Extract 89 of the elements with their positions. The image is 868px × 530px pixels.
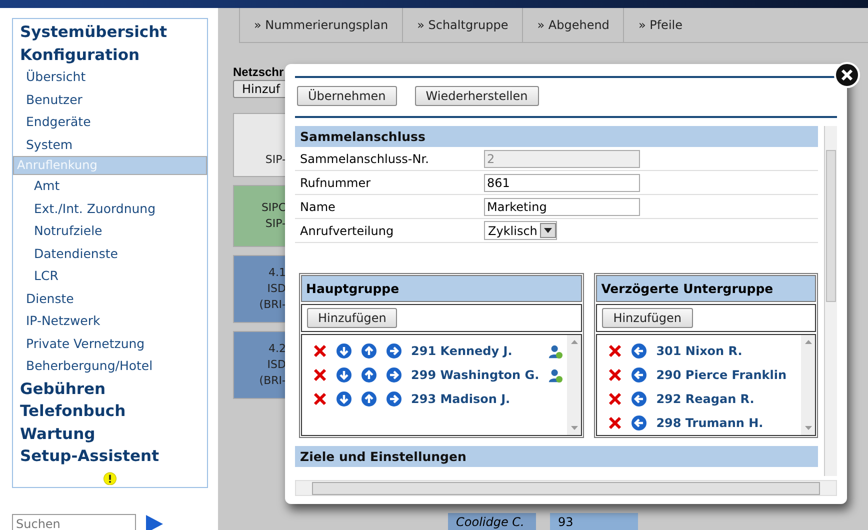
dropdown[interactable]: Zyklisch [484,221,558,240]
member-name[interactable]: 301 Nixon R. [656,344,801,358]
sidebar-item[interactable]: Telefonbuch [13,400,207,422]
arrow-left-icon[interactable] [631,367,648,383]
arrow-down-icon[interactable] [336,343,352,359]
device-card[interactable]: SIPC SIP- [233,185,287,247]
field-label: Rufnummer [300,176,372,190]
card-text: 4.2 [268,341,286,357]
card-text: (BRI- [259,373,286,389]
tab[interactable]: » Pfeile [623,8,696,42]
arrow-left-icon[interactable] [631,343,648,359]
delete-icon[interactable] [608,368,622,382]
arrow-down-icon[interactable] [336,367,352,383]
user-icon[interactable] [548,344,564,358]
arrow-right-icon[interactable] [386,367,402,383]
dialog-button[interactable]: Übernehmen [297,86,397,106]
add-button[interactable]: Hinzufügen [602,308,692,328]
sidebar-item[interactable]: Benutzer [13,88,207,111]
arrow-up-icon[interactable] [361,343,377,359]
input-field[interactable]: Marketing [484,198,640,216]
delete-icon[interactable] [608,392,622,406]
arrow-right-icon[interactable] [386,391,402,407]
sidebar-item[interactable]: Notrufziele [13,220,207,242]
member-name[interactable]: 299 Washington G. [411,368,540,382]
sidebar-item[interactable]: Gebühren [13,378,207,400]
dialog-button[interactable]: Wiederherstellen [414,86,539,106]
add-button[interactable]: Hinzufügen [307,308,398,328]
tab[interactable]: » Abgehend [522,8,624,42]
user-icon[interactable] [548,368,564,382]
member-name[interactable]: 292 Reagan R. [656,392,801,406]
arrow-left-icon[interactable] [631,415,648,431]
sidebar-item[interactable]: Dienste [13,288,207,310]
sidebar-item[interactable]: Systemübersicht [13,21,207,44]
field-label: Anrufverteilung [300,224,395,238]
sidebar-item[interactable]: Amt [13,175,207,198]
arrow-up-icon[interactable] [361,391,377,407]
arrow-left-icon[interactable] [631,391,648,407]
sidebar-item[interactable]: Wartung [13,422,207,445]
caret-icon [544,228,552,233]
card-text: (BRI- [259,297,286,313]
device-card[interactable]: 4.1 ISD (BRI- [233,255,287,323]
member-name[interactable]: 290 Pierce Franklin [656,368,801,382]
sidebar-item[interactable]: System [13,134,207,156]
card-text: SIP- [265,216,286,232]
card-text: ISD [267,281,286,297]
name-tile[interactable]: 93 [550,513,638,530]
card-text: ISD [267,357,286,373]
device-card[interactable]: SIP- [233,113,287,177]
member-name[interactable]: 298 Trumann H. [656,416,801,430]
name-tile[interactable]: Coolidge C. [448,513,536,530]
tab[interactable]: » Schaltgruppe [402,8,522,42]
scrollbar[interactable] [824,126,837,476]
sidebar-item[interactable]: Ext./Int. Zuordnung [13,198,207,220]
delete-icon[interactable] [608,344,622,358]
section-heading: Netzschr [233,65,284,79]
tab[interactable]: » Nummerierungsplan [239,8,402,42]
arrow-right-icon[interactable] [386,343,402,359]
section-header: Sammelanschluss [295,126,818,147]
card-text: SIPC [261,200,286,216]
delete-icon[interactable] [608,416,622,430]
group-header: Verzögerte Untergruppe [596,275,816,302]
input-field[interactable]: 861 [484,174,640,192]
close-icon[interactable] [834,62,860,88]
delete-icon[interactable] [313,344,327,358]
section-header: Ziele und Einstellungen [295,446,818,467]
go-arrow-icon[interactable] [144,514,164,530]
card-text: 4.1 [268,265,286,281]
sidebar-item[interactable]: Setup-Assistent [13,445,207,468]
sidebar-item[interactable]: IP-Netzwerk [13,310,207,332]
delete-icon[interactable] [313,368,327,382]
sidebar-item[interactable]: LCR [13,265,207,288]
scrollbar[interactable] [295,480,837,496]
card-text: SIP- [265,152,286,168]
sidebar-item[interactable]: Beherbergung/Hotel [13,355,207,378]
sidebar-item[interactable]: Datendienste [13,242,207,265]
sidebar-item[interactable]: Private Vernetzung [13,332,207,355]
arrow-down-icon[interactable] [336,391,352,407]
sidebar-item[interactable]: Übersicht [13,66,207,88]
group-header: Hauptgruppe [301,275,582,302]
search-field[interactable]: Suchen [12,514,136,530]
member-name[interactable]: 291 Kennedy J. [411,344,540,358]
sidebar-item[interactable]: Konfiguration [13,44,207,66]
delete-icon[interactable] [313,392,327,406]
device-card[interactable]: 4.2 ISD (BRI- [233,331,287,399]
field-label: Sammelanschluss-Nr. [300,152,430,166]
arrow-up-icon[interactable] [361,367,377,383]
sidebar-item[interactable]: Endgeräte [13,111,207,134]
field-label: Name [300,200,336,214]
member-name[interactable]: 293 Madison J. [411,392,568,406]
